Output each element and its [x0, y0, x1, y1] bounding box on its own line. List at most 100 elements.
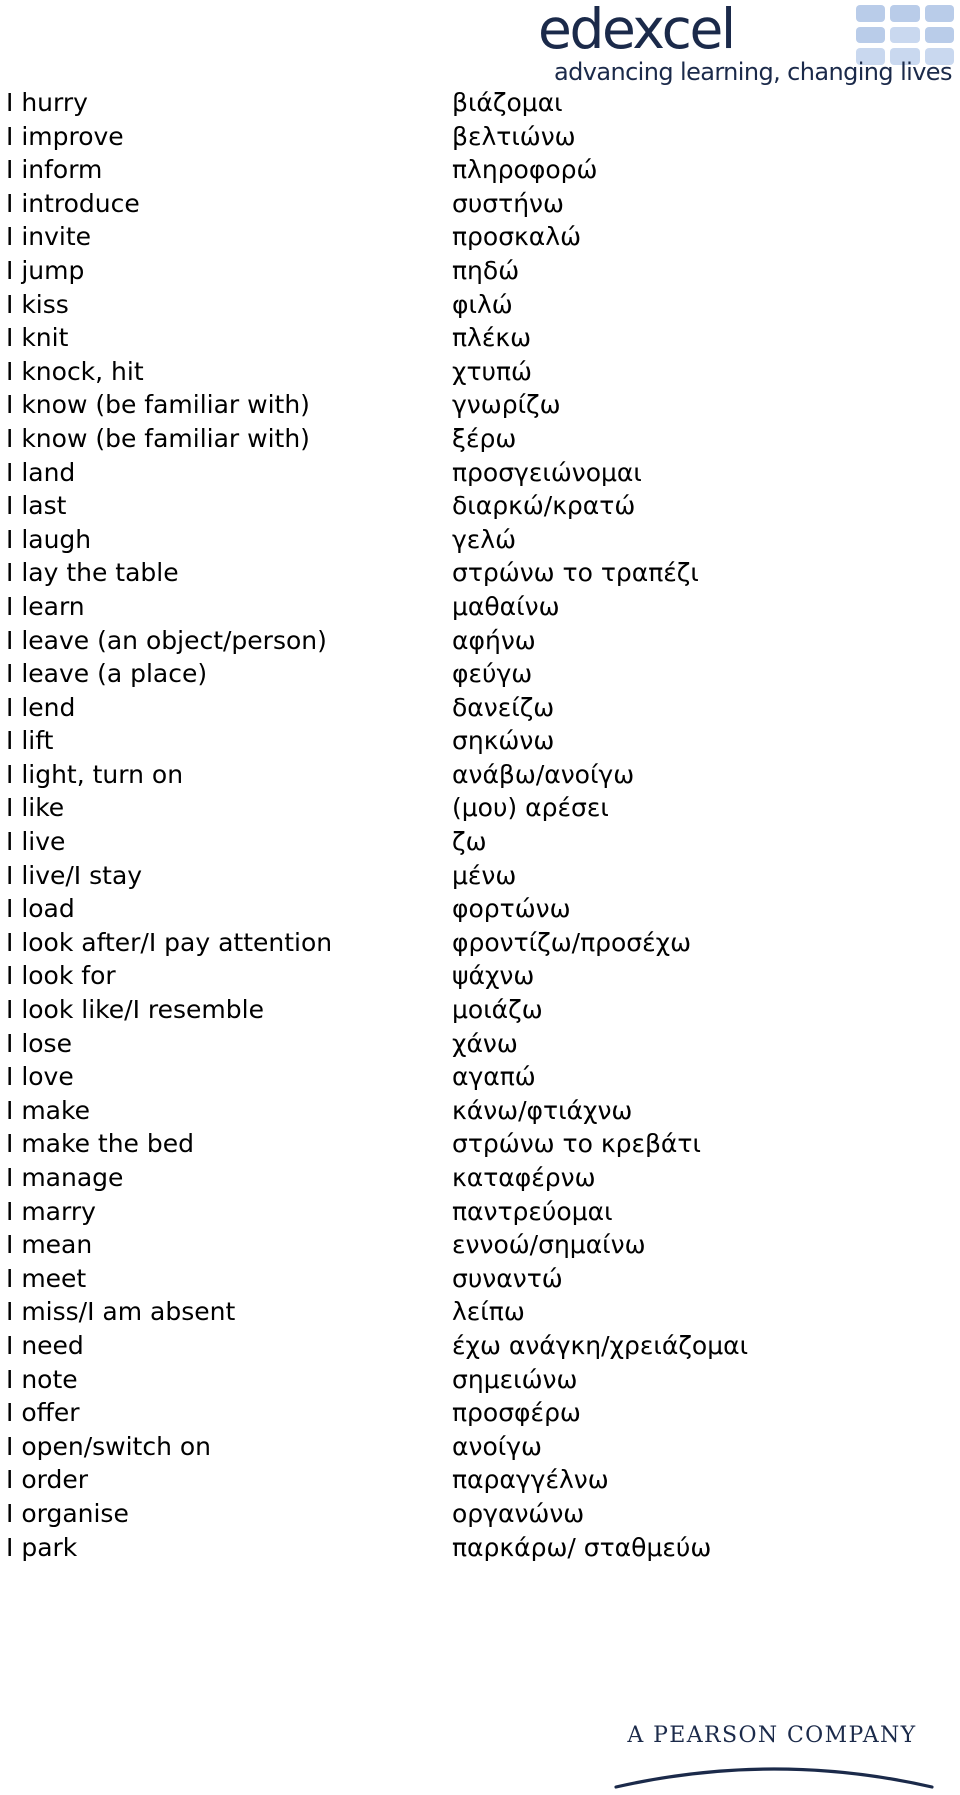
vocab-greek-term: προσφέρω	[452, 1398, 581, 1428]
vocab-greek-term: (μου) αρέσει	[452, 793, 609, 823]
vocab-row: I meet συναντώ	[0, 1262, 960, 1296]
vocab-row: I marry παντρεύομαι	[0, 1195, 960, 1229]
vocab-row: I knock, hit χτυπώ	[0, 355, 960, 389]
vocab-row: I offer προσφέρω	[0, 1396, 960, 1430]
vocab-row: I introduce συστήνω	[0, 187, 960, 221]
vocab-english-term: I look like/I resemble	[6, 995, 264, 1025]
vocab-greek-term: χάνω	[452, 1028, 518, 1058]
vocab-row: I improve βελτιώνω	[0, 120, 960, 154]
grid-square	[856, 26, 886, 44]
vocab-english-term: I mean	[6, 1230, 93, 1260]
vocab-english-term: I like	[6, 793, 65, 823]
vocab-greek-term: πληροφορώ	[452, 155, 598, 185]
vocab-greek-term: αφήνω	[452, 625, 536, 655]
vocab-greek-term: συστήνω	[452, 188, 564, 218]
vocab-greek-term: γνωρίζω	[452, 390, 561, 420]
grid-square	[924, 26, 954, 44]
vocab-greek-term: λείπω	[452, 1297, 525, 1327]
vocab-row: I like (μου) αρέσει	[0, 791, 960, 825]
vocab-greek-term: μαθαίνω	[452, 591, 560, 621]
vocab-row: I open/switch on ανοίγω	[0, 1430, 960, 1464]
vocab-english-term: I make the bed	[6, 1129, 195, 1159]
edexcel-logo: edexcel advancing learning, changing liv…	[526, 2, 956, 86]
grid-square	[890, 5, 920, 22]
vocab-row: I land προσγειώνομαι	[0, 456, 960, 490]
vocab-greek-term: φορτώνω	[452, 894, 571, 924]
vocab-row: I laugh γελώ	[0, 523, 960, 557]
vocab-greek-term: αγαπώ	[452, 1062, 536, 1092]
vocab-row: I leave (an object/person) αφήνω	[0, 624, 960, 658]
vocab-row: I kiss φιλώ	[0, 288, 960, 322]
vocab-english-term: I know (be familiar with)	[6, 390, 310, 420]
vocab-row: I look like/I resemble μοιάζω	[0, 993, 960, 1027]
vocab-row: I knit πλέκω	[0, 321, 960, 355]
vocab-row: I inform πληροφορώ	[0, 153, 960, 187]
vocab-english-term: I introduce	[6, 188, 140, 218]
vocab-row: I mean εννοώ/σημαίνω	[0, 1228, 960, 1262]
vocab-greek-term: μοιάζω	[452, 995, 543, 1025]
edexcel-wordmark: edexcel	[538, 0, 736, 61]
vocab-english-term: I live	[6, 827, 66, 857]
pearson-logo: A PEARSON COMPANY	[592, 1717, 952, 1793]
vocab-row: I last διαρκώ/κρατώ	[0, 489, 960, 523]
vocab-english-term: I organise	[6, 1498, 129, 1528]
vocab-row: I lend δανείζω	[0, 691, 960, 725]
vocab-english-term: I make	[6, 1095, 90, 1125]
vocab-greek-term: πλέκω	[452, 323, 532, 353]
vocab-english-term: I know (be familiar with)	[6, 423, 310, 453]
vocab-row: I invite προσκαλώ	[0, 220, 960, 254]
vocab-row: I note σημειώνω	[0, 1363, 960, 1397]
vocab-greek-term: μένω	[452, 860, 517, 890]
vocab-english-term: I improve	[6, 121, 124, 151]
vocab-greek-term: ανοίγω	[452, 1431, 542, 1461]
vocab-english-term: I light, turn on	[6, 759, 184, 789]
vocab-row: I jump πηδώ	[0, 254, 960, 288]
vocab-english-term: I look for	[6, 961, 116, 991]
vocab-english-term: I marry	[6, 1196, 96, 1226]
vocab-greek-term: σηκώνω	[452, 726, 555, 756]
vocab-row: I love αγαπώ	[0, 1060, 960, 1094]
vocab-row: I look for ψάχνω	[0, 959, 960, 993]
vocab-greek-term: συναντώ	[452, 1263, 563, 1293]
grid-square	[890, 26, 920, 44]
vocab-row: I hurry βιάζομαι	[0, 86, 960, 120]
vocab-row: I know (be familiar with) γνωρίζω	[0, 388, 960, 422]
vocab-row: I organise οργανώνω	[0, 1497, 960, 1531]
vocab-greek-term: πηδώ	[452, 255, 520, 285]
vocab-greek-term: παρκάρω/ σταθμεύω	[452, 1532, 712, 1562]
page-header: edexcel advancing learning, changing liv…	[0, 0, 960, 88]
vocab-row: I live ζω	[0, 825, 960, 859]
vocab-greek-term: διαρκώ/κρατώ	[452, 491, 636, 521]
vocab-english-term: I leave (a place)	[6, 659, 208, 689]
vocab-row: I lift σηκώνω	[0, 724, 960, 758]
vocab-row: I lose χάνω	[0, 1027, 960, 1061]
vocab-greek-term: προσκαλώ	[452, 222, 582, 252]
vocab-row: I park παρκάρω/ σταθμεύω	[0, 1531, 960, 1565]
vocab-greek-term: στρώνω το τραπέζι	[452, 558, 699, 588]
vocab-english-term: I inform	[6, 155, 103, 185]
vocab-english-term: I lose	[6, 1028, 72, 1058]
vocab-greek-term: εννοώ/σημαίνω	[452, 1230, 646, 1260]
vocab-greek-term: ανάβω/ανοίγω	[452, 759, 635, 789]
vocab-english-term: I knit	[6, 323, 69, 353]
vocab-english-term: I offer	[6, 1398, 80, 1428]
vocab-english-term: I park	[6, 1532, 78, 1562]
vocab-greek-term: βελτιώνω	[452, 121, 576, 151]
vocab-greek-term: κάνω/φτιάχνω	[452, 1095, 633, 1125]
vocab-english-term: I need	[6, 1330, 84, 1360]
vocab-greek-term: σημειώνω	[452, 1364, 578, 1394]
vocab-row: I miss/I am absent λείπω	[0, 1295, 960, 1329]
vocab-row: I leave (a place) φεύγω	[0, 657, 960, 691]
vocab-english-term: I lend	[6, 692, 76, 722]
vocab-english-term: I miss/I am absent	[6, 1297, 236, 1327]
vocab-row: I need έχω ανάγκη/χρειάζομαι	[0, 1329, 960, 1363]
vocab-row: I learn μαθαίνω	[0, 590, 960, 624]
vocab-english-term: I meet	[6, 1263, 87, 1293]
vocab-row: I lay the table στρώνω το τραπέζι	[0, 556, 960, 590]
vocab-greek-term: καταφέρνω	[452, 1163, 596, 1192]
vocab-english-term: I jump	[6, 255, 85, 285]
vocab-english-term: I look after/I pay attention	[6, 927, 333, 957]
vocabulary-list: I hurry βιάζομαι I improve βελτιώνω I inform…	[0, 86, 960, 1564]
vocab-greek-term: δανείζω	[452, 692, 555, 722]
vocab-greek-term: χτυπώ	[452, 356, 532, 386]
